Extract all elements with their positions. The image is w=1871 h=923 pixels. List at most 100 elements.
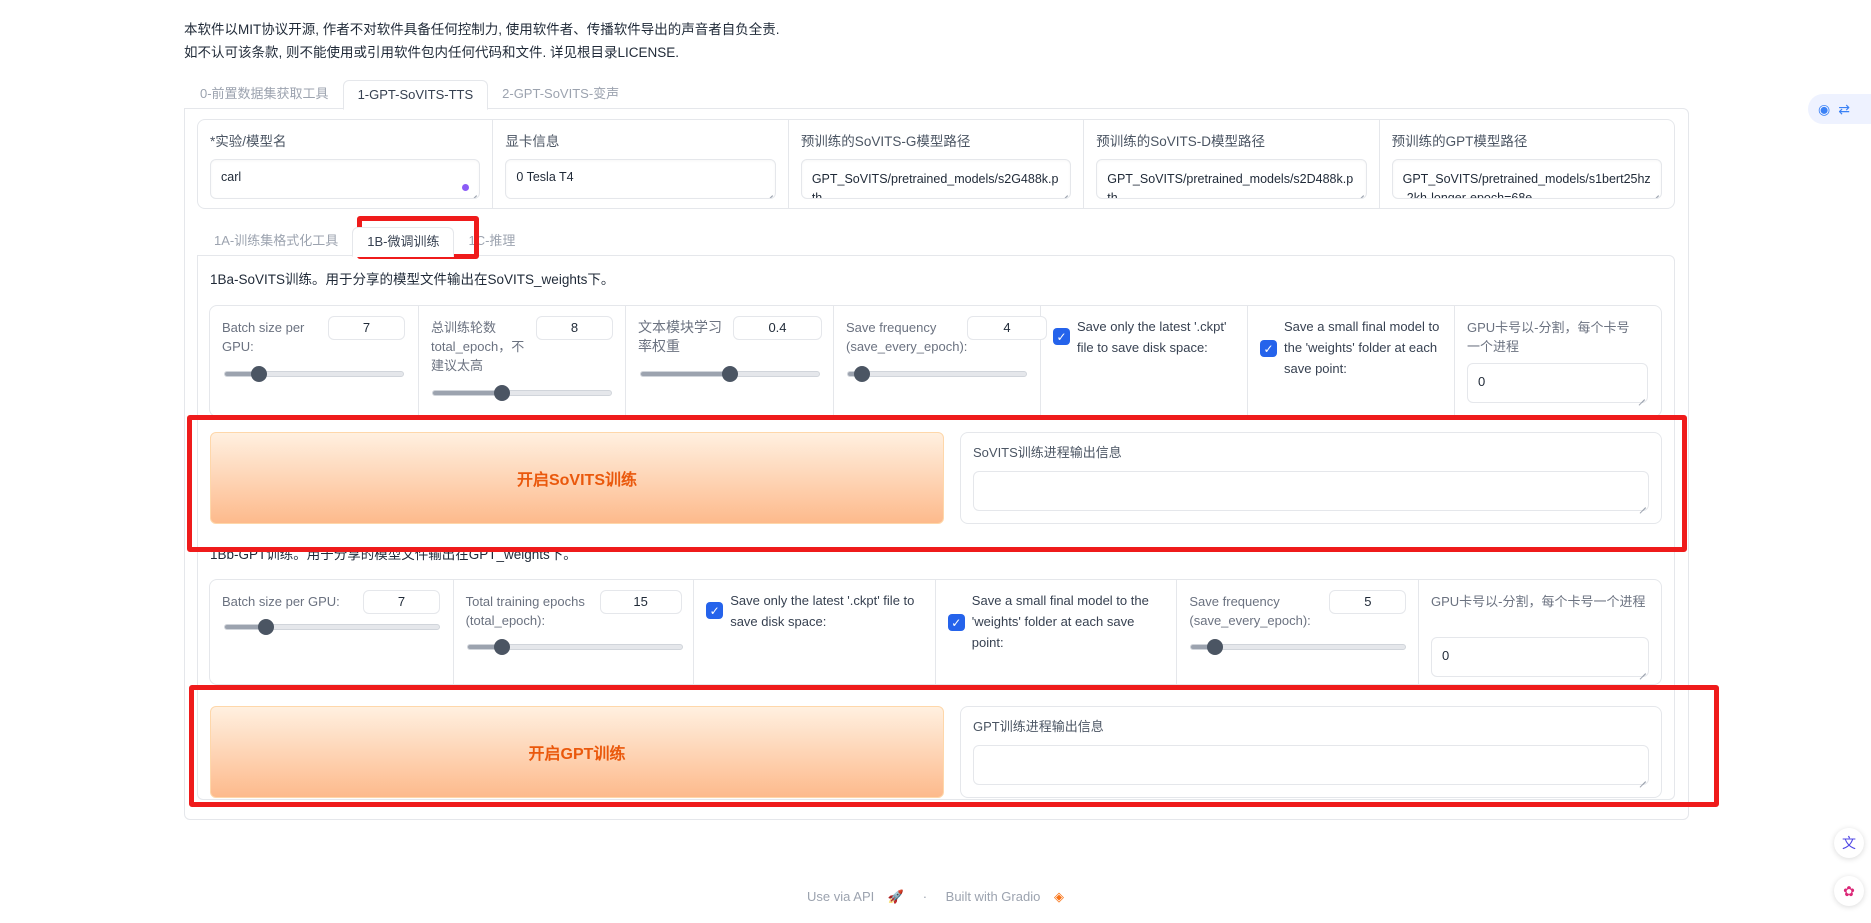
resize-handle-icon[interactable] bbox=[1638, 666, 1646, 674]
gpt-output-box: GPT训练进程输出信息 bbox=[960, 706, 1662, 798]
sovits-section-title: 1Ba-SoVITS训练。用于分享的模型文件输出在SoVITS_weights下… bbox=[210, 272, 615, 287]
gpt-savefreq-label: Save frequency (save_every_epoch): bbox=[1189, 594, 1311, 628]
sovits-savefreq-cell: Save frequency (save_every_epoch): 4 bbox=[834, 306, 1047, 416]
sovits-savefreq-input[interactable]: 4 bbox=[967, 316, 1047, 340]
gpt-gpu-label: GPU卡号以-分割，每个卡号一个进程 bbox=[1430, 594, 1646, 609]
sovits-g-input[interactable]: GPT_SoVITS/pretrained_models/s2G488k.pth bbox=[800, 159, 1072, 199]
gpt-savefreq-cell: Save frequency (save_every_epoch): 5 bbox=[1177, 580, 1419, 684]
sovits-epoch-slider[interactable] bbox=[432, 385, 612, 401]
sovits-epoch-label: 总训练轮数total_epoch，不建议太高 bbox=[431, 320, 525, 373]
gpt-output-textarea[interactable] bbox=[973, 745, 1649, 785]
sovits-textlr-cell: 文本模块学习率权重 0.4 bbox=[626, 306, 834, 416]
sovits-output-textarea[interactable] bbox=[973, 471, 1649, 511]
gpt-small-final-label: Save a small final model to the 'weights… bbox=[971, 593, 1149, 650]
sovits-params-row: Batch size per GPU: 7 总训练轮数total_epoch，不… bbox=[209, 305, 1662, 417]
sovits-textlr-label: 文本模块学习率权重 bbox=[638, 319, 722, 354]
sovits-latest-ckpt-checkbox[interactable]: ✓ bbox=[1053, 328, 1070, 345]
tab-dataset-format[interactable]: 1A-训练集格式化工具 bbox=[200, 227, 352, 257]
gpt-section-title: 1Bb-GPT训练。用于分享的模型文件输出在GPT_weights下。 bbox=[210, 547, 577, 562]
sovits-batch-input[interactable]: 7 bbox=[328, 316, 405, 340]
gpu-info-cell: 显卡信息 0 Tesla T4 bbox=[493, 120, 789, 208]
sovits-gpu-cell: GPU卡号以-分割，每个卡号一个进程 0 bbox=[1455, 306, 1661, 416]
tab-tts[interactable]: 1-GPT-SoVITS-TTS bbox=[342, 80, 489, 110]
sovits-d-label: 预训练的SoVITS-D模型路径 bbox=[1096, 134, 1265, 149]
sovits-d-value: GPT_SoVITS/pretrained_models/s2D488k.pth bbox=[1107, 172, 1354, 199]
gpt-output-label: GPT训练进程输出信息 bbox=[973, 719, 1104, 734]
gpu-info-input[interactable]: 0 Tesla T4 bbox=[505, 159, 776, 199]
sovits-d-input[interactable]: GPT_SoVITS/pretrained_models/s2D488k.pth bbox=[1096, 159, 1367, 199]
rocket-icon: 🚀 bbox=[887, 889, 905, 904]
sovits-output-box: SoVITS训练进程输出信息 bbox=[960, 432, 1662, 524]
api-link-text: Use via API bbox=[807, 889, 875, 904]
gpt-savefreq-slider[interactable] bbox=[1190, 639, 1407, 655]
gpt-savefreq-input[interactable]: 5 bbox=[1329, 590, 1407, 614]
tab-finetune[interactable]: 1B-微调训练 bbox=[352, 227, 455, 257]
sovits-small-final-cell: ✓ Save a small final model to the 'weigh… bbox=[1248, 306, 1455, 416]
license-notice: 本软件以MIT协议开源, 作者不对软件具备任何控制力, 使用软件者、传播软件导出… bbox=[184, 18, 780, 64]
sovits-batch-label: Batch size per GPU: bbox=[222, 320, 305, 354]
sovits-d-cell: 预训练的SoVITS-D模型路径 GPT_SoVITS/pretrained_m… bbox=[1084, 120, 1380, 208]
gpt-params-row: Batch size per GPU: 7 Total training epo… bbox=[209, 579, 1662, 685]
resize-handle-icon[interactable] bbox=[1638, 774, 1646, 782]
gpt-path-input[interactable]: GPT_SoVITS/pretrained_models/s1bert25hz-… bbox=[1391, 159, 1663, 199]
gpt-batch-slider[interactable] bbox=[224, 619, 440, 635]
sovits-savefreq-label: Save frequency (save_every_epoch): bbox=[846, 320, 968, 354]
start-gpt-training-button[interactable]: 开启GPT训练 bbox=[210, 706, 944, 798]
resize-handle-icon[interactable] bbox=[765, 188, 773, 196]
gpt-epoch-input[interactable]: 15 bbox=[599, 590, 682, 614]
sovits-output-label: SoVITS训练进程输出信息 bbox=[973, 445, 1122, 460]
exp-name-value: carl bbox=[221, 170, 242, 184]
notice-line-2: 如不认可该条款, 则不能使用或引用软件包内任何代码和文件. 详见根目录LICEN… bbox=[184, 45, 680, 60]
gradio-link-text: Built with Gradio bbox=[945, 889, 1041, 904]
sovits-small-final-checkbox[interactable]: ✓ bbox=[1260, 340, 1277, 357]
gpt-batch-input[interactable]: 7 bbox=[363, 590, 440, 614]
resize-handle-icon[interactable] bbox=[1356, 188, 1364, 196]
start-sovits-training-button[interactable]: 开启SoVITS训练 bbox=[210, 432, 944, 524]
resize-handle-icon[interactable] bbox=[1651, 188, 1659, 196]
gpt-path-label: 预训练的GPT模型路径 bbox=[1391, 134, 1528, 149]
exp-name-input[interactable]: carl bbox=[210, 159, 481, 199]
tab-inference[interactable]: 1C-推理 bbox=[454, 227, 529, 257]
sovits-gpu-input[interactable]: 0 bbox=[1467, 363, 1648, 403]
resize-handle-icon[interactable] bbox=[1637, 392, 1645, 400]
sovits-textlr-slider[interactable] bbox=[640, 366, 820, 382]
resize-handle-icon[interactable] bbox=[1638, 500, 1646, 508]
sovits-g-label: 预训练的SoVITS-G模型路径 bbox=[800, 134, 971, 149]
top-tabs: 0-前置数据集获取工具 1-GPT-SoVITS-TTS 2-GPT-SoVIT… bbox=[186, 80, 633, 110]
gpu-info-label: 显卡信息 bbox=[505, 134, 560, 149]
sovits-g-value: GPT_SoVITS/pretrained_models/s2G488k.pth bbox=[811, 172, 1059, 199]
notice-line-1: 本软件以MIT协议开源, 作者不对软件具备任何控制力, 使用软件者、传播软件导出… bbox=[184, 22, 780, 37]
gpt-gpu-value: 0 bbox=[1441, 648, 1450, 663]
sovits-gpu-value: 0 bbox=[1478, 374, 1486, 389]
sovits-savefreq-slider[interactable] bbox=[847, 366, 1027, 382]
exp-name-label: *实验/模型名 bbox=[210, 134, 287, 149]
sovits-epoch-input[interactable]: 8 bbox=[536, 316, 613, 340]
tab-voice-change[interactable]: 2-GPT-SoVITS-变声 bbox=[488, 80, 633, 110]
sovits-latest-ckpt-cell: ✓ Save only the latest '.ckpt' file to s… bbox=[1041, 306, 1248, 416]
gpt-epoch-slider[interactable] bbox=[466, 639, 683, 655]
sovits-gpu-label: GPU卡号以-分割，每个卡号一个进程 bbox=[1467, 320, 1630, 354]
translate-extension-pill[interactable]: ◉ ⇄ bbox=[1808, 94, 1871, 124]
brain-float-icon[interactable]: ✿ bbox=[1834, 876, 1864, 906]
resize-handle-icon[interactable] bbox=[469, 188, 477, 196]
footer-separator: · bbox=[922, 889, 928, 904]
resize-handle-icon[interactable] bbox=[1060, 188, 1068, 196]
gpt-epoch-cell: Total training epochs (total_epoch): 15 bbox=[454, 580, 695, 684]
gpt-gpu-input[interactable]: 0 bbox=[1430, 637, 1649, 677]
translate-float-icon[interactable]: 文 bbox=[1834, 828, 1864, 858]
extension-dot-icon bbox=[462, 184, 470, 191]
built-with-gradio-link[interactable]: Built with Gradio ◈ bbox=[941, 889, 1069, 904]
gpt-small-final-checkbox[interactable]: ✓ bbox=[947, 614, 965, 631]
gpt-epoch-label: Total training epochs (total_epoch): bbox=[465, 594, 585, 628]
gpt-latest-ckpt-checkbox[interactable]: ✓ bbox=[706, 602, 724, 619]
sovits-small-final-label: Save a small final model to the 'weights… bbox=[1284, 319, 1440, 376]
sovits-textlr-input[interactable]: 0.4 bbox=[733, 316, 822, 340]
gpu-info-value: 0 Tesla T4 bbox=[516, 170, 574, 184]
sovits-batch-slider[interactable] bbox=[224, 366, 404, 382]
tab-dataset-tools[interactable]: 0-前置数据集获取工具 bbox=[186, 80, 343, 110]
gpt-path-cell: 预训练的GPT模型路径 GPT_SoVITS/pretrained_models… bbox=[1380, 120, 1674, 208]
use-via-api-link[interactable]: Use via API 🚀 bbox=[802, 889, 909, 904]
gpt-latest-ckpt-cell: ✓ Save only the latest '.ckpt' file to s… bbox=[694, 580, 936, 684]
gpt-small-final-cell: ✓ Save a small final model to the 'weigh… bbox=[936, 580, 1178, 684]
footer: Use via API 🚀 · Built with Gradio ◈ bbox=[0, 889, 1871, 905]
